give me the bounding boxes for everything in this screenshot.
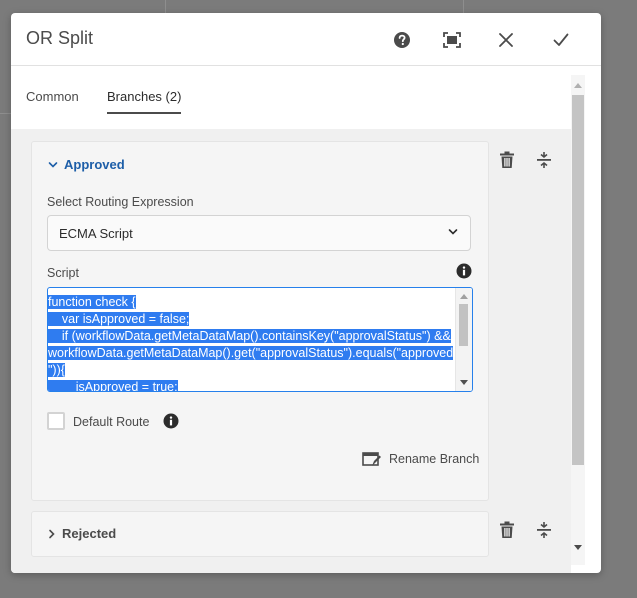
trash-icon <box>500 151 514 168</box>
check-icon <box>553 33 569 46</box>
default-route-label: Default Route <box>73 415 150 429</box>
close-button[interactable] <box>495 29 517 51</box>
code-line: if (workflowData.getMetaDataMap().contai… <box>48 329 451 343</box>
chevron-down-icon <box>48 161 58 168</box>
dialog-title: OR Split <box>26 28 94 48</box>
delete-branch-button[interactable] <box>497 149 517 171</box>
code-line: function check { <box>48 295 136 309</box>
rename-branch-button[interactable]: Rename Branch <box>362 451 479 467</box>
scroll-up-icon[interactable] <box>460 293 468 299</box>
info-icon[interactable] <box>456 263 472 279</box>
dialog-header: OR Split <box>11 13 601 66</box>
background-divider <box>0 113 11 114</box>
script-label: Script <box>47 266 79 280</box>
script-scrollbar-thumb[interactable] <box>459 304 468 346</box>
rename-branch-label: Rename Branch <box>389 452 480 466</box>
branches-panel: Approved Select Routing Expression ECMA … <box>11 129 571 573</box>
scroll-down-icon[interactable] <box>460 380 468 386</box>
script-code: function check { var isApproved = false;… <box>48 294 456 392</box>
dialog-scrollbar-thumb[interactable] <box>572 95 584 465</box>
scroll-up-icon[interactable] <box>574 82 582 88</box>
chevron-right-icon <box>49 529 55 538</box>
tab-bar: Common Branches (2) <box>11 75 571 131</box>
background-divider <box>165 0 166 13</box>
chevron-down-icon <box>448 229 458 235</box>
routing-expression-select[interactable]: ECMA Script <box>47 215 471 251</box>
drag-handle-icon <box>537 152 551 168</box>
branch-name: Approved <box>64 157 125 172</box>
branch-card-rejected: Rejected <box>31 511 489 557</box>
trash-icon <box>500 521 514 538</box>
script-scrollbar[interactable] <box>455 288 472 391</box>
branch-header-approved[interactable]: Approved <box>48 157 125 172</box>
help-icon <box>394 32 410 48</box>
tab-branches[interactable]: Branches (2) <box>107 89 182 114</box>
branch-name: Rejected <box>62 526 117 541</box>
branch-header-rejected[interactable]: Rejected <box>48 526 116 541</box>
code-line: ")){ <box>48 363 65 377</box>
code-line: isApproved = true; <box>48 380 178 392</box>
delete-branch-button[interactable] <box>497 519 517 541</box>
fullscreen-icon <box>443 32 461 48</box>
code-line: var isApproved = false; <box>48 312 190 326</box>
routing-expression-value: ECMA Script <box>59 226 133 241</box>
background-divider <box>463 0 464 13</box>
branch-card-approved: Approved Select Routing Expression ECMA … <box>31 141 489 501</box>
done-button[interactable] <box>550 29 572 51</box>
script-textarea[interactable]: function check { var isApproved = false;… <box>47 287 473 392</box>
drag-handle-icon <box>537 522 551 538</box>
reorder-branch-handle[interactable] <box>533 149 555 171</box>
reorder-branch-handle[interactable] <box>533 519 555 541</box>
info-icon[interactable] <box>163 413 179 429</box>
routing-expression-label: Select Routing Expression <box>47 195 194 209</box>
or-split-dialog: OR Split Common Branches (2) Approved Se… <box>11 13 601 573</box>
rename-icon <box>362 452 381 466</box>
dialog-scrollbar[interactable] <box>571 75 585 565</box>
tab-common[interactable]: Common <box>26 89 79 112</box>
fullscreen-button[interactable] <box>441 29 463 51</box>
code-line: workflowData.getMetaDataMap().get("appro… <box>48 346 454 360</box>
default-route-checkbox[interactable] <box>47 412 65 430</box>
help-button[interactable] <box>391 29 413 51</box>
close-icon <box>499 33 513 47</box>
scroll-down-icon[interactable] <box>574 545 582 551</box>
